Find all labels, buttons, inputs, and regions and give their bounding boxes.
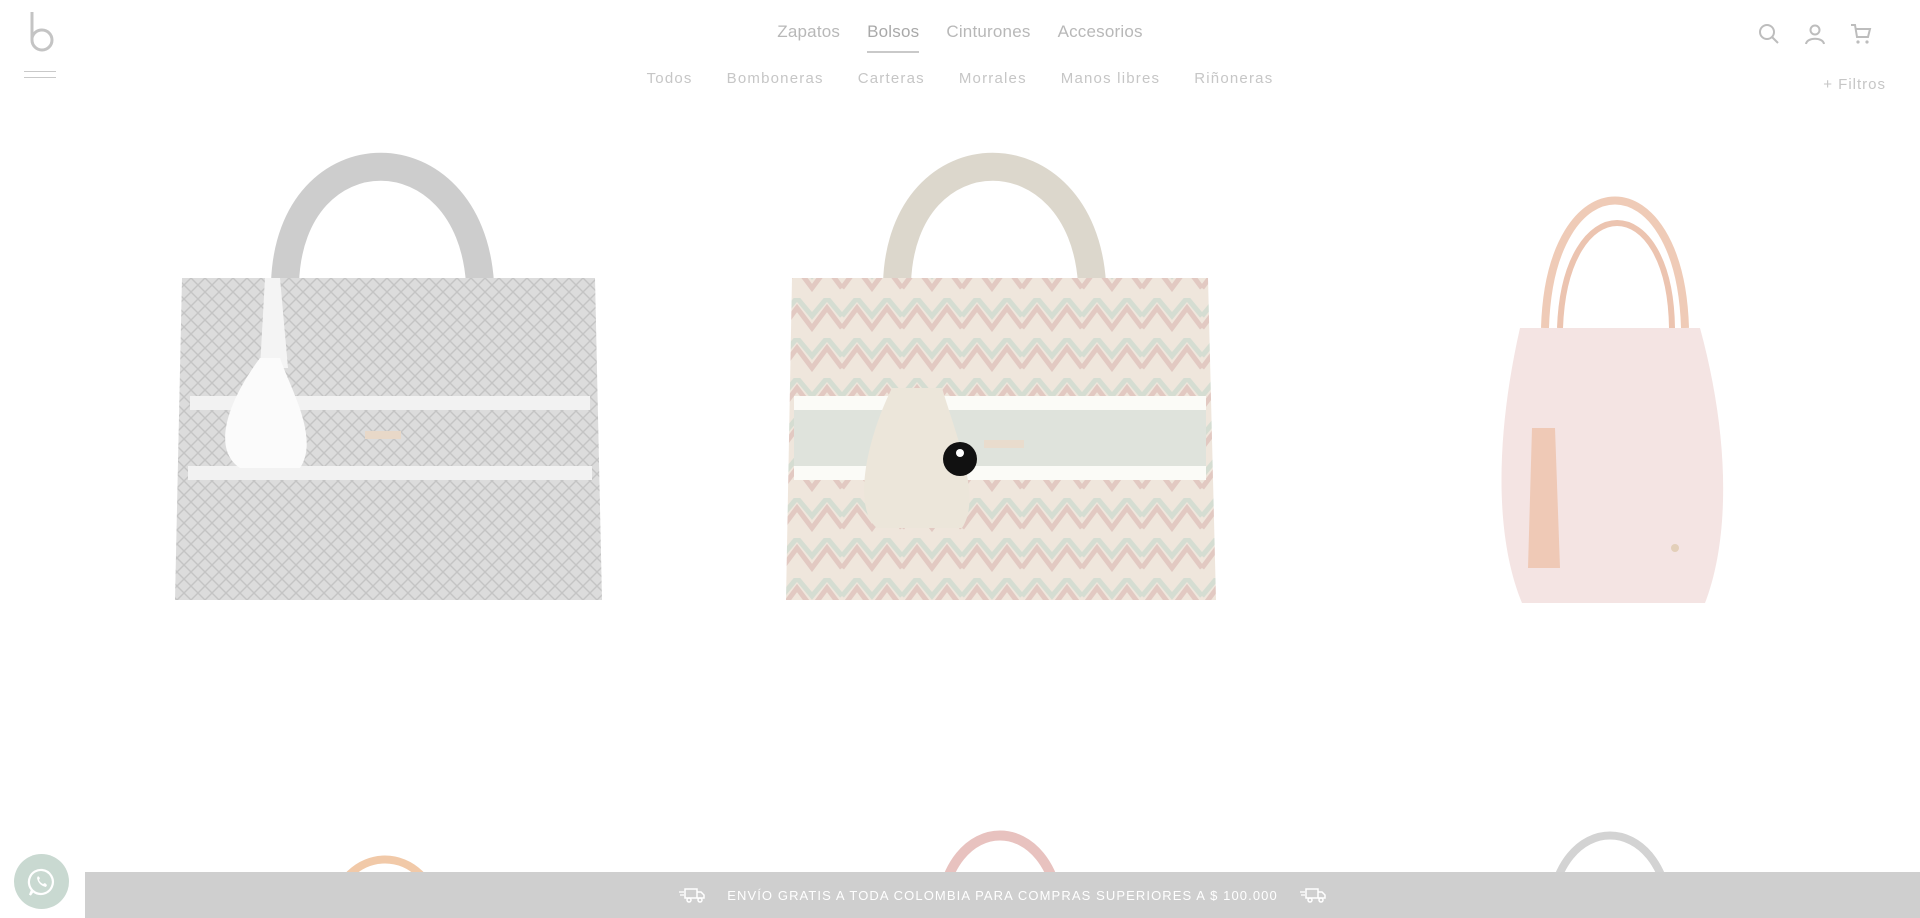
nav-cinturones[interactable]: Cinturones xyxy=(946,22,1030,53)
user-icon[interactable] xyxy=(1803,22,1827,46)
shipping-banner-text: ENVÍO GRATIS A TODA COLOMBIA PARA COMPRA… xyxy=(727,887,1278,903)
category-bomboneras[interactable]: Bomboneras xyxy=(727,70,824,87)
truck-icon xyxy=(679,888,705,903)
truck-icon xyxy=(1299,888,1326,903)
search-icon[interactable] xyxy=(1757,22,1781,46)
nav-bolsos[interactable]: Bolsos xyxy=(867,22,920,53)
whatsapp-button[interactable] xyxy=(14,854,69,909)
main-nav: Zapatos Bolsos Cinturones Accesorios xyxy=(0,22,1920,53)
category-morrales[interactable]: Morrales xyxy=(959,70,1027,87)
product-card[interactable] xyxy=(782,138,1222,608)
cursor-icon xyxy=(943,442,977,476)
header-actions xyxy=(1757,22,1873,46)
shipping-banner: ENVÍO GRATIS A TODA COLOMBIA PARA COMPRA… xyxy=(85,872,1920,918)
category-nav: Todos Bomboneras Carteras Morrales Manos… xyxy=(0,70,1920,87)
product-card[interactable] xyxy=(170,138,610,608)
category-carteras[interactable]: Carteras xyxy=(858,70,925,87)
product-image xyxy=(1501,196,1724,603)
product-image xyxy=(175,152,602,600)
cart-icon[interactable] xyxy=(1849,22,1873,46)
filters-button[interactable]: + Filtros xyxy=(1823,76,1886,93)
category-todos[interactable]: Todos xyxy=(647,70,693,87)
category-rinoneras[interactable]: Riñoneras xyxy=(1194,70,1273,87)
whatsapp-icon xyxy=(27,868,54,896)
nav-zapatos[interactable]: Zapatos xyxy=(777,22,840,53)
product-card[interactable] xyxy=(1460,178,1760,608)
category-manos-libres[interactable]: Manos libres xyxy=(1061,70,1160,87)
product-image xyxy=(786,152,1216,600)
nav-accesorios[interactable]: Accesorios xyxy=(1058,22,1143,53)
